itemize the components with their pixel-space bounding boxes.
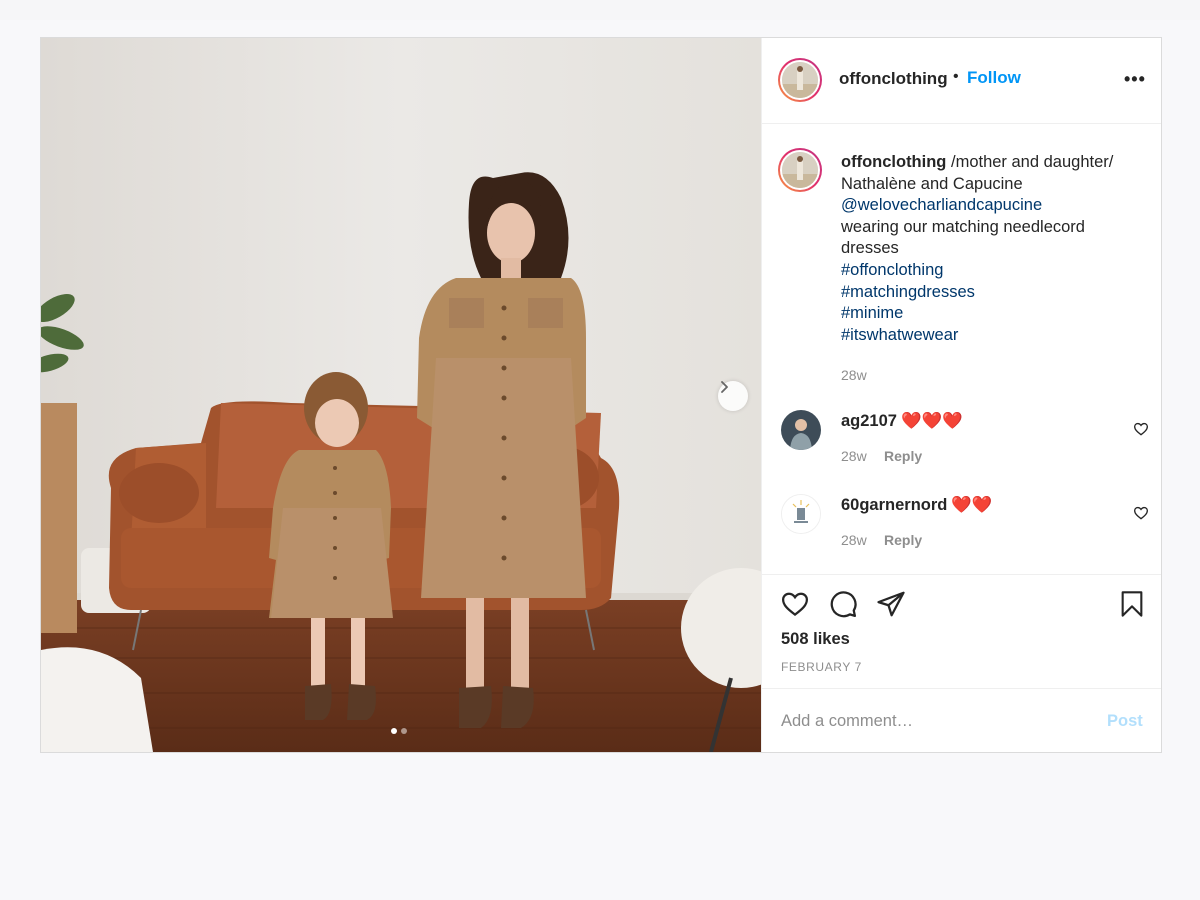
like-comment-heart-icon[interactable] <box>1133 421 1149 437</box>
like-heart-icon[interactable] <box>780 589 810 619</box>
caption-avatar[interactable] <box>778 148 822 192</box>
save-bookmark-icon[interactable] <box>1118 589 1146 619</box>
like-comment-heart-icon[interactable] <box>1133 505 1149 521</box>
post-date: FEBRUARY 7 <box>781 660 862 674</box>
post-photo[interactable] <box>41 38 761 752</box>
photo-illustration <box>41 38 761 752</box>
reply-button[interactable]: Reply <box>884 448 922 464</box>
comment-item: 60garnernord ❤️❤️ 28w Reply <box>762 494 1161 564</box>
likes-count[interactable]: 508 likes <box>781 630 850 649</box>
author-username[interactable]: offonclothing <box>839 69 948 89</box>
comment-item: ag2107 ❤️❤️❤️ 28w Reply <box>762 410 1161 480</box>
commenter-username: 60garnernord ❤️❤️ <box>841 496 992 515</box>
caption-username[interactable]: offonclothing <box>841 153 946 171</box>
avatar-image <box>782 495 820 533</box>
comment-username[interactable]: 60garnernord <box>841 496 947 514</box>
chevron-right-icon <box>721 381 728 393</box>
carousel-dot-active <box>391 728 397 734</box>
share-icon[interactable] <box>876 589 906 619</box>
comment-icon[interactable] <box>828 589 858 619</box>
avatar-image <box>782 152 818 188</box>
comment-username[interactable]: ag2107 <box>841 412 897 430</box>
author-avatar[interactable] <box>778 58 822 102</box>
caption-timestamp: 28w <box>841 367 867 383</box>
commenter-avatar[interactable] <box>781 410 821 450</box>
hashtag-link[interactable]: #matchingdresses <box>841 282 1141 304</box>
commenter-username: ag2107 ❤️❤️❤️ <box>841 412 963 431</box>
page: offonclothing • Follow ••• offonclothing… <box>0 0 1200 900</box>
follow-button[interactable]: Follow <box>967 68 1021 88</box>
post-side-panel: offonclothing • Follow ••• offonclothing… <box>761 38 1161 752</box>
hashtag-link[interactable]: #minime <box>841 303 1141 325</box>
comment-timestamp: 28w <box>841 532 867 548</box>
carousel-indicator <box>391 728 407 734</box>
caption-line-1: /mother and daughter/ <box>950 153 1114 171</box>
reply-button[interactable]: Reply <box>884 532 922 548</box>
header-separator: • <box>953 68 959 85</box>
post-comment-button[interactable]: Post <box>1107 712 1143 731</box>
caption-mention[interactable]: @welovecharliandcapucine <box>841 195 1141 217</box>
hashtag-link[interactable]: #offonclothing <box>841 260 1141 282</box>
more-options-icon[interactable]: ••• <box>1124 69 1146 90</box>
caption-line-2: Nathalène and Capucine <box>841 174 1023 193</box>
post-header: offonclothing • Follow ••• <box>762 38 1161 124</box>
post-actions: 508 likes FEBRUARY 7 <box>762 574 1161 688</box>
comment-timestamp: 28w <box>841 448 867 464</box>
caption-text: offonclothing /mother and daughter/ Nath… <box>841 152 1141 346</box>
comment-text: ❤️❤️ <box>951 496 993 514</box>
hashtag-link[interactable]: #itswhatwewear <box>841 325 1141 347</box>
commenter-avatar[interactable] <box>781 494 821 534</box>
carousel-dot <box>401 728 407 734</box>
top-band <box>0 0 1200 20</box>
avatar-image <box>782 62 818 98</box>
carousel-next-button[interactable] <box>718 381 748 411</box>
avatar-image <box>781 410 821 450</box>
post-card: offonclothing • Follow ••• offonclothing… <box>40 37 1162 753</box>
caption-line-3: wearing our matching needlecord dresses <box>841 217 1085 258</box>
add-comment-input[interactable] <box>781 707 1081 735</box>
add-comment-bar: Post <box>762 688 1161 752</box>
comment-text: ❤️❤️❤️ <box>900 412 963 430</box>
